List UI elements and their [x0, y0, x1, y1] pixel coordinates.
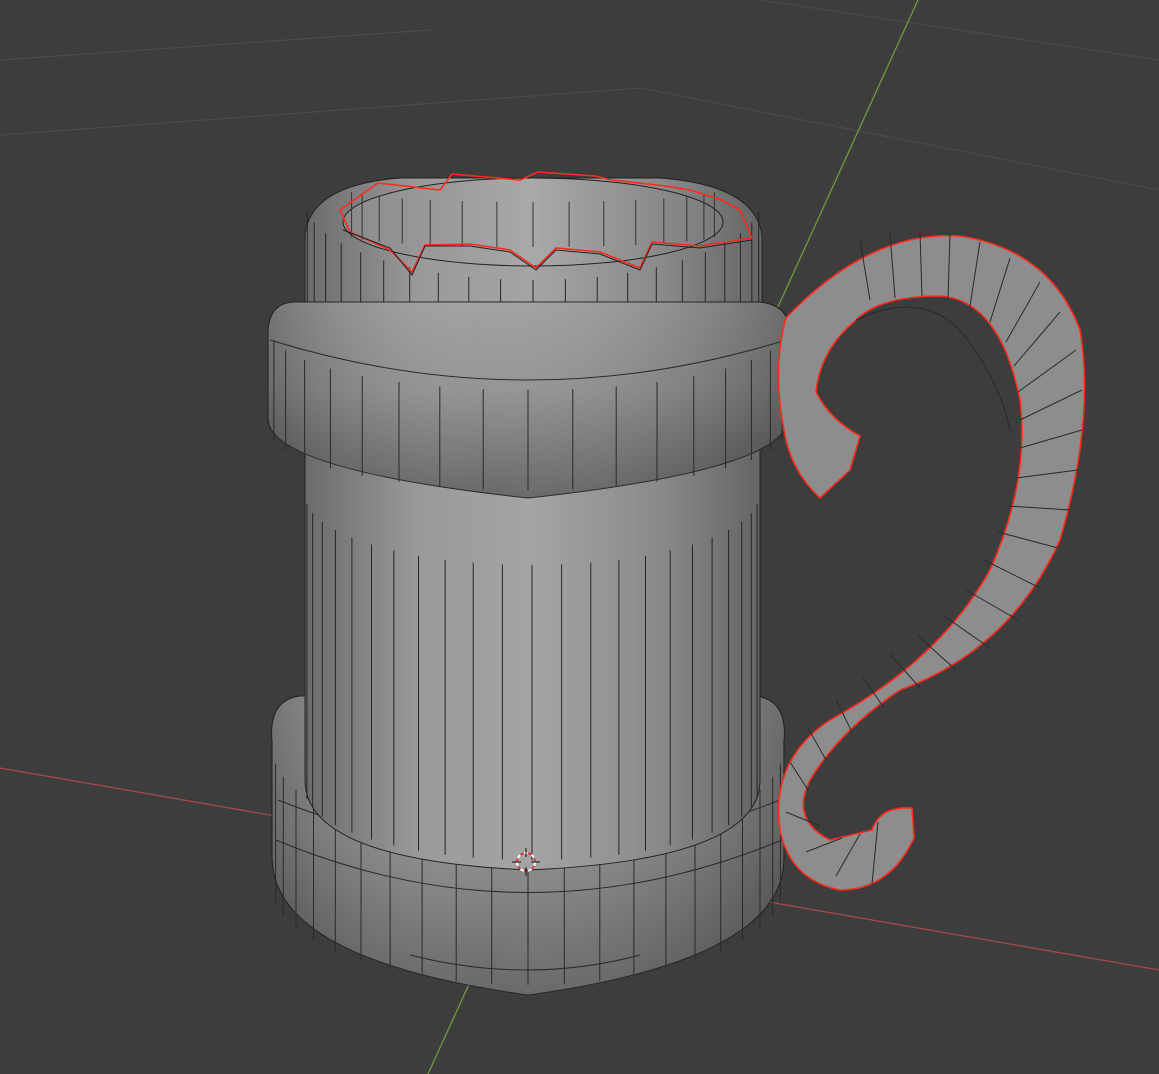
mug-handle[interactable] — [777, 231, 1086, 891]
viewport-scene[interactable] — [0, 0, 1159, 1074]
floor-grid — [0, 0, 1159, 191]
3d-viewport[interactable] — [0, 0, 1159, 1074]
mug-body[interactable] — [304, 439, 761, 871]
mug-mesh[interactable] — [267, 171, 1086, 996]
